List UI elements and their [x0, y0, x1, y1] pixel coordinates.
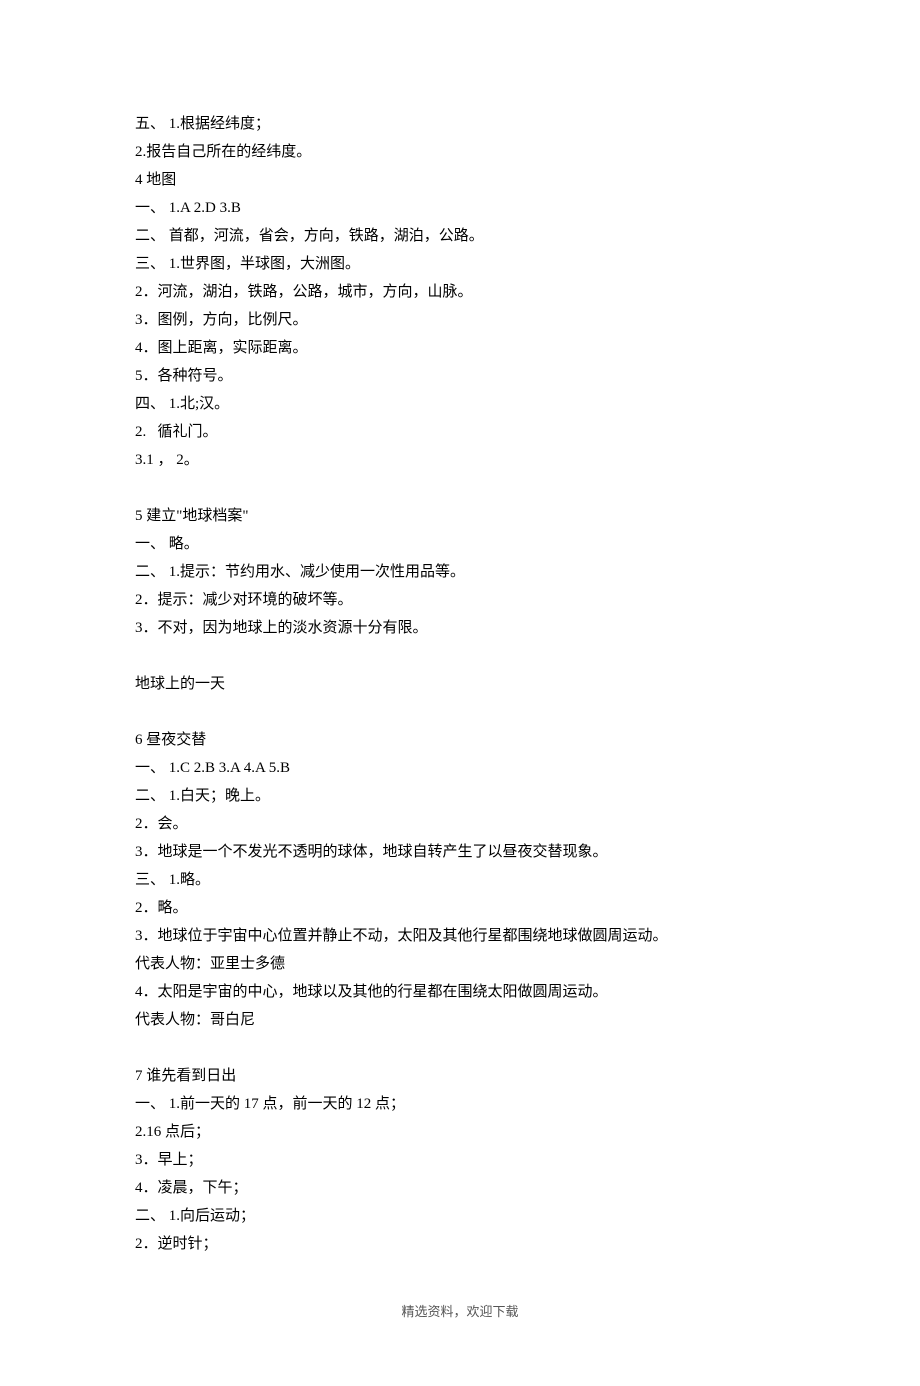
text-line: 四、 1.北;汉。	[135, 390, 785, 418]
text-line: 一、 略。	[135, 530, 785, 558]
text-line: 2.16 点后；	[135, 1118, 785, 1146]
text-line: 三、 1.世界图，半球图，大洲图。	[135, 250, 785, 278]
text-line: 2．河流，湖泊，铁路，公路，城市，方向，山脉。	[135, 278, 785, 306]
text-line: 3．地球是一个不发光不透明的球体，地球自转产生了以昼夜交替现象。	[135, 838, 785, 866]
text-line: 2.报告自己所在的经纬度。	[135, 138, 785, 166]
text-line: 二、 首都，河流，省会，方向，铁路，湖泊，公路。	[135, 222, 785, 250]
text-line: 五、 1.根据经纬度；	[135, 110, 785, 138]
text-line: 3．地球位于宇宙中心位置并静止不动，太阳及其他行星都围绕地球做圆周运动。	[135, 922, 785, 950]
text-line: 2．提示：减少对环境的破坏等。	[135, 586, 785, 614]
text-line: 5 建立"地球档案"	[135, 502, 785, 530]
text-line: 7 谁先看到日出	[135, 1062, 785, 1090]
text-line: 3.1 ， 2。	[135, 446, 785, 474]
text-line: 二、 1.白天；晚上。	[135, 782, 785, 810]
text-line: 2．会。	[135, 810, 785, 838]
document-page: 五、 1.根据经纬度；2.报告自己所在的经纬度。4 地图一、 1.A 2.D 3…	[0, 0, 920, 1386]
text-line: 3．不对，因为地球上的淡水资源十分有限。	[135, 614, 785, 642]
text-line: 一、 1.C 2.B 3.A 4.A 5.B	[135, 754, 785, 782]
text-line: 地球上的一天	[135, 670, 785, 698]
text-line: 二、 1.向后运动；	[135, 1202, 785, 1230]
text-line: 4．太阳是宇宙的中心，地球以及其他的行星都在围绕太阳做圆周运动。	[135, 978, 785, 1006]
text-line: 一、 1.A 2.D 3.B	[135, 194, 785, 222]
text-line: 一、 1.前一天的 17 点，前一天的 12 点；	[135, 1090, 785, 1118]
text-line: 6 昼夜交替	[135, 726, 785, 754]
blank-line	[135, 698, 785, 726]
text-line: 代表人物：哥白尼	[135, 1006, 785, 1034]
text-line: 5．各种符号。	[135, 362, 785, 390]
document-body: 五、 1.根据经纬度；2.报告自己所在的经纬度。4 地图一、 1.A 2.D 3…	[135, 110, 785, 1258]
text-line: 三、 1.略。	[135, 866, 785, 894]
text-line: 4．凌晨，下午；	[135, 1174, 785, 1202]
text-line: 3．图例，方向，比例尺。	[135, 306, 785, 334]
text-line: 2. 循礼门。	[135, 418, 785, 446]
text-line: 2．略。	[135, 894, 785, 922]
text-line: 二、 1.提示：节约用水、减少使用一次性用品等。	[135, 558, 785, 586]
text-line: 代表人物：亚里士多德	[135, 950, 785, 978]
text-line: 2．逆时针；	[135, 1230, 785, 1258]
text-line: 4 地图	[135, 166, 785, 194]
blank-line	[135, 474, 785, 502]
text-line: 4．图上距离，实际距离。	[135, 334, 785, 362]
blank-line	[135, 642, 785, 670]
text-line: 3．早上；	[135, 1146, 785, 1174]
footer-text: 精选资料，欢迎下载	[135, 1258, 785, 1326]
blank-line	[135, 1034, 785, 1062]
